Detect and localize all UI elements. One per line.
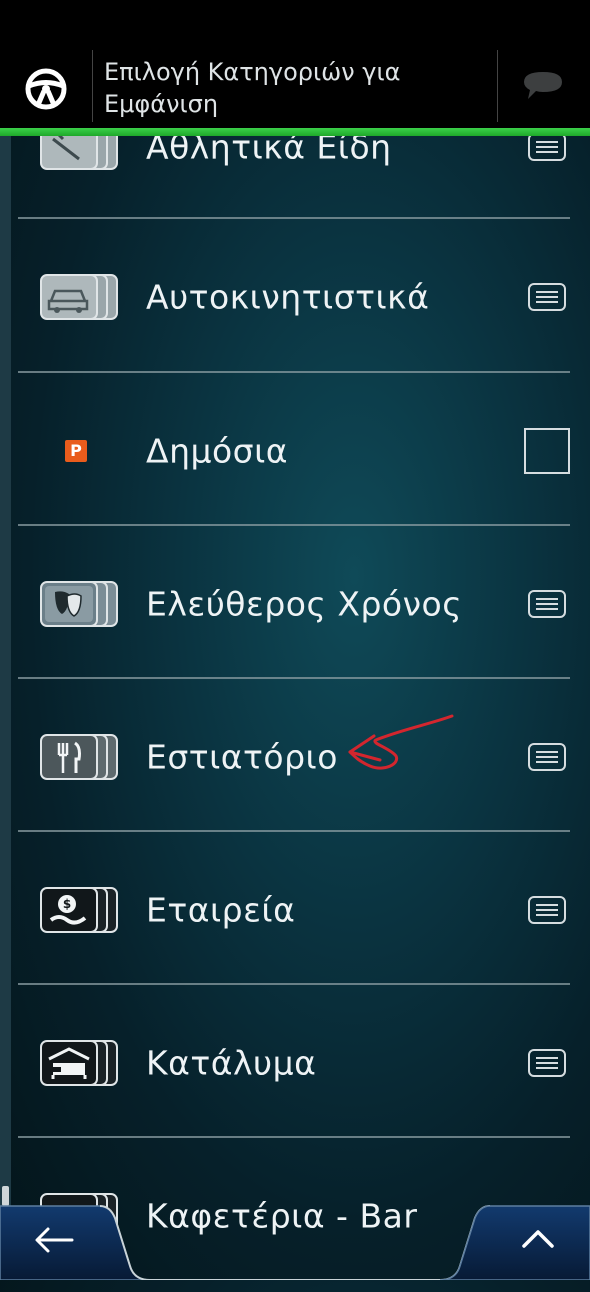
category-row-restaurant[interactable]: Εστιατόριο [11, 680, 590, 833]
divider [18, 677, 570, 679]
divider [18, 217, 570, 219]
arrow-left-icon[interactable] [32, 1224, 76, 1256]
category-label: Δημόσια [146, 431, 289, 470]
header-bar: Επιλογή Κατηγοριών για Εμφάνιση [0, 0, 590, 136]
divider [18, 830, 570, 832]
category-label: Αυτοκινητιστικά [146, 277, 430, 316]
company-icon: $ [40, 886, 118, 933]
category-row-automotive[interactable]: Αυτοκινητιστικά [11, 220, 590, 373]
category-row-company[interactable]: $ Εταιρεία [11, 833, 590, 986]
header-divider [497, 50, 498, 122]
header-divider [92, 50, 93, 122]
category-checkbox[interactable] [524, 427, 570, 474]
category-label: Εταιρεία [146, 890, 296, 929]
steering-wheel-icon[interactable] [24, 67, 68, 111]
category-options-button[interactable] [528, 132, 566, 161]
theater-masks-icon [40, 580, 118, 627]
category-label: Εστιατόριο [146, 737, 338, 776]
divider [18, 524, 570, 526]
fork-knife-icon [40, 733, 118, 780]
header-accent-bar [0, 128, 590, 136]
parking-icon: P [65, 439, 87, 462]
bottom-nav-bar [0, 1205, 590, 1280]
red-annotation-arrow-icon [348, 714, 454, 770]
category-row-lodging[interactable]: Κατάλυμα [11, 986, 590, 1139]
category-list: Αθλητικά Είδη Αυτοκινητιστικά P Δημόσια [0, 0, 590, 1280]
category-options-button[interactable] [528, 1048, 566, 1077]
category-options-button[interactable] [528, 742, 566, 771]
category-options-button[interactable] [528, 895, 566, 924]
scroll-track[interactable] [0, 136, 11, 1206]
chevron-up-icon[interactable] [518, 1224, 558, 1252]
category-row-leisure[interactable]: Ελεύθερος Χρόνος [11, 527, 590, 680]
car-icon [40, 273, 118, 320]
divider [18, 1136, 570, 1138]
page-title: Επιλογή Κατηγοριών για Εμφάνιση [104, 58, 401, 118]
divider [18, 983, 570, 985]
svg-text:$: $ [63, 897, 71, 911]
category-row-public[interactable]: P Δημόσια [11, 374, 590, 527]
bed-icon [40, 1039, 118, 1086]
chat-bubble-icon[interactable] [520, 68, 566, 108]
category-label: Κατάλυμα [146, 1043, 317, 1082]
category-options-button[interactable] [528, 589, 566, 618]
divider [18, 371, 570, 373]
category-options-button[interactable] [528, 282, 566, 311]
category-label: Ελεύθερος Χρόνος [146, 584, 463, 623]
